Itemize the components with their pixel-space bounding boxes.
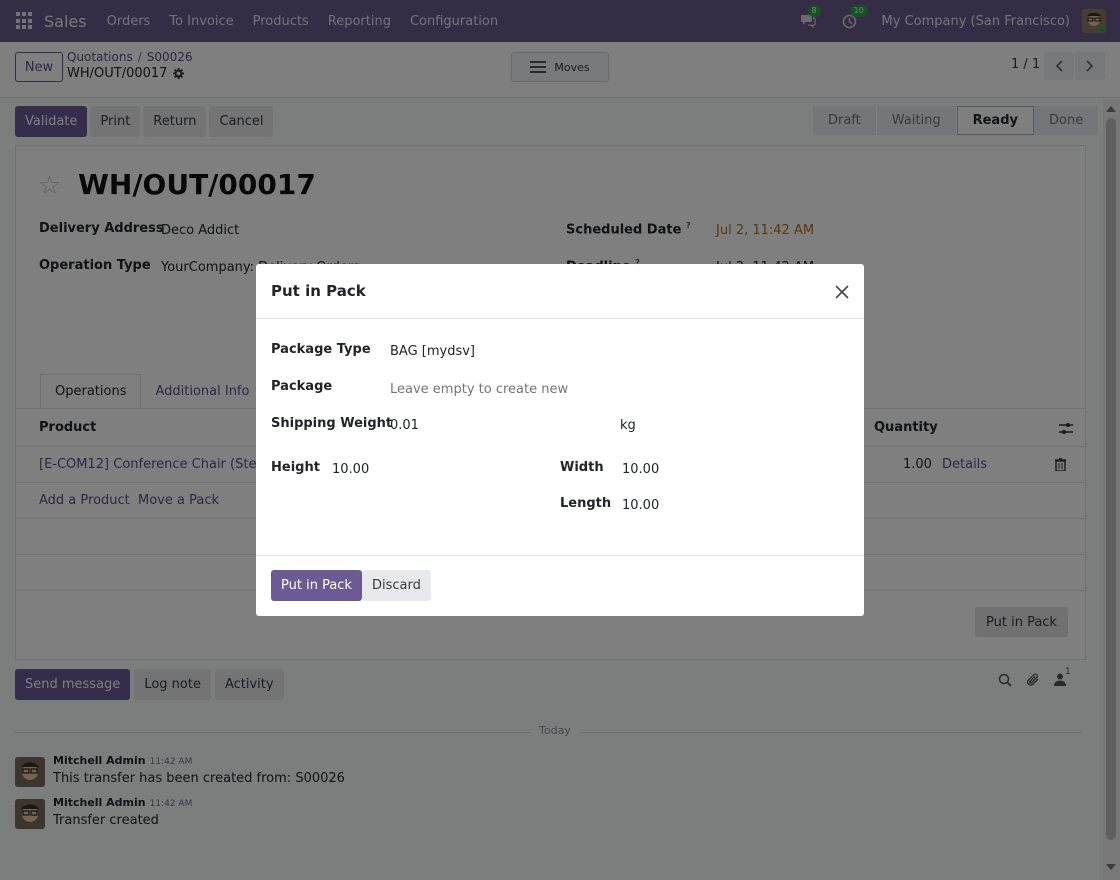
height-label: Height: [271, 460, 320, 475]
length-input[interactable]: 10.00: [622, 498, 659, 513]
weight-unit-label: kg: [620, 418, 636, 433]
package-type-label: Package Type: [271, 342, 371, 357]
shipping-weight-label: Shipping Weight: [271, 416, 393, 431]
discard-button[interactable]: Discard: [362, 570, 431, 601]
dialog-footer: Put in Pack Discard: [256, 555, 864, 616]
package-input[interactable]: [390, 381, 830, 397]
height-input[interactable]: 10.00: [332, 462, 369, 477]
close-icon[interactable]: [832, 282, 852, 302]
width-label: Width: [560, 460, 604, 475]
width-input[interactable]: 10.00: [622, 462, 659, 477]
package-label: Package: [271, 379, 333, 394]
put-in-pack-dialog: Put in Pack Package Type BAG [mydsv] Pac…: [256, 264, 864, 616]
length-label: Length: [560, 496, 612, 511]
dialog-header: Put in Pack: [256, 264, 864, 319]
put-in-pack-confirm-button[interactable]: Put in Pack: [271, 570, 362, 601]
package-type-field[interactable]: BAG [mydsv]: [390, 344, 475, 359]
shipping-weight-input[interactable]: 0.01: [390, 418, 419, 433]
dialog-title: Put in Pack: [271, 282, 366, 300]
